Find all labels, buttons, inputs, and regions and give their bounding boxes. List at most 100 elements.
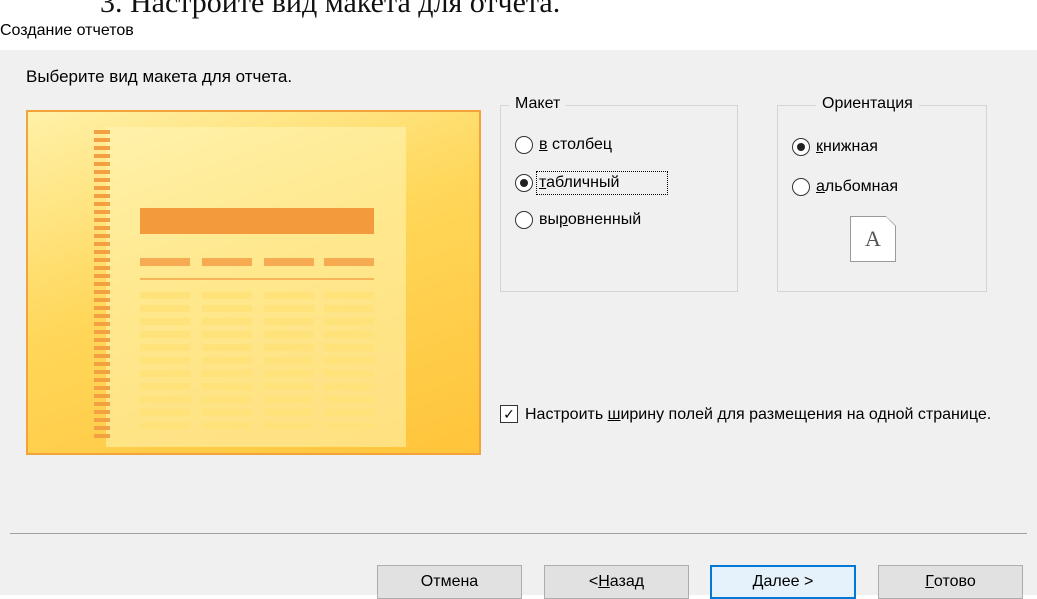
binding-mark xyxy=(94,386,110,390)
layout-preview-image xyxy=(26,110,481,455)
layout-justified-radio[interactable]: выровненный xyxy=(515,211,641,229)
binding-mark xyxy=(94,250,110,254)
table-cell xyxy=(202,396,252,403)
layout-columnar-radio[interactable]: в столбец xyxy=(515,136,612,154)
finish-button[interactable]: Готово xyxy=(878,565,1023,599)
binding-mark xyxy=(94,378,110,382)
table-cell xyxy=(202,383,252,390)
table-cell xyxy=(324,344,374,351)
binding-mark xyxy=(94,410,110,414)
table-cell xyxy=(140,344,190,351)
binding-mark xyxy=(94,354,110,358)
document-caption: 3. Настройте вид макета для отчета. xyxy=(100,0,561,19)
table-cell xyxy=(264,370,314,377)
table-cell xyxy=(324,331,374,338)
radio-label: альбомная xyxy=(816,178,899,195)
binding-mark xyxy=(94,290,110,294)
binding-mark xyxy=(94,234,110,238)
table-cell xyxy=(140,409,190,416)
header-cell xyxy=(324,258,374,266)
table-cell xyxy=(140,318,190,325)
table-cell xyxy=(202,344,252,351)
table-cell xyxy=(140,396,190,403)
table-cell xyxy=(140,292,190,299)
back-button[interactable]: < Назад xyxy=(544,565,689,599)
table-cell xyxy=(202,331,252,338)
radio-indicator xyxy=(515,211,533,229)
binding-mark xyxy=(94,138,110,142)
orientation-group-title: Ориентация xyxy=(816,95,919,113)
table-cell xyxy=(324,409,374,416)
cancel-button[interactable]: Отмена xyxy=(377,565,522,599)
table-cell xyxy=(140,370,190,377)
report-wizard-dialog: Выберите вид макета для отчета. Макет в … xyxy=(0,50,1037,599)
table-cell xyxy=(140,357,190,364)
preview-title-bar xyxy=(140,208,374,234)
binding-mark xyxy=(94,282,110,286)
layout-group-title: Макет xyxy=(509,95,567,113)
binding-mark xyxy=(94,330,110,334)
table-cell xyxy=(264,409,314,416)
binding-mark xyxy=(94,218,110,222)
radio-indicator xyxy=(515,136,533,154)
window-title: Создание отчетов xyxy=(0,22,134,39)
tabular-layout-preview xyxy=(94,127,406,447)
radio-label: в столбец xyxy=(539,136,613,153)
table-cell xyxy=(324,422,374,429)
table-cell xyxy=(264,344,314,351)
binding-mark xyxy=(94,202,110,206)
binding-mark xyxy=(94,362,110,366)
table-cell xyxy=(264,318,314,325)
table-cell xyxy=(324,370,374,377)
page-orientation-icon: A xyxy=(850,216,896,262)
radio-label: выровненный xyxy=(539,211,642,228)
table-cell xyxy=(264,357,314,364)
table-cell xyxy=(324,292,374,299)
binding-mark xyxy=(94,186,110,190)
binding-mark xyxy=(94,306,110,310)
footer-separator xyxy=(10,533,1027,534)
table-cell xyxy=(324,318,374,325)
orientation-portrait-radio[interactable]: книжная xyxy=(792,138,878,156)
layout-group: Макет в столбец табличный выровненный xyxy=(500,95,738,292)
table-cell xyxy=(202,292,252,299)
radio-indicator xyxy=(515,174,533,192)
radio-indicator xyxy=(792,138,810,156)
fit-width-label: Настроить ширину полей для размещения на… xyxy=(525,406,992,423)
binding-mark xyxy=(94,146,110,150)
binding-mark xyxy=(94,418,110,422)
binding-mark xyxy=(94,258,110,262)
checkmark-icon: ✓ xyxy=(500,405,518,423)
orientation-landscape-radio[interactable]: альбомная xyxy=(792,178,898,196)
table-cell xyxy=(202,318,252,325)
binding-mark xyxy=(94,402,110,406)
binding-mark xyxy=(94,266,110,270)
fit-width-checkbox[interactable]: ✓ Настроить ширину полей для размещения … xyxy=(500,405,1020,425)
binding-mark xyxy=(94,314,110,318)
table-cell xyxy=(202,357,252,364)
binding-mark xyxy=(94,170,110,174)
table-cell xyxy=(264,331,314,338)
orientation-group: Ориентация книжная альбомная A xyxy=(777,95,987,292)
binding-mark xyxy=(94,274,110,278)
table-cell xyxy=(202,409,252,416)
table-cell xyxy=(140,305,190,312)
radio-label: табличный xyxy=(535,171,669,195)
binding-mark xyxy=(94,210,110,214)
table-cell xyxy=(264,383,314,390)
table-cell xyxy=(140,383,190,390)
binding-mark xyxy=(94,338,110,342)
binding-mark xyxy=(94,426,110,430)
wizard-prompt: Выберите вид макета для отчета. xyxy=(26,67,293,86)
table-cell xyxy=(324,396,374,403)
header-cell xyxy=(202,258,252,266)
layout-tabular-radio[interactable]: табличный xyxy=(515,171,669,195)
radio-indicator xyxy=(792,178,810,196)
binding-mark xyxy=(94,242,110,246)
next-button[interactable]: Далее > xyxy=(710,565,856,599)
table-cell xyxy=(264,396,314,403)
binding-mark xyxy=(94,194,110,198)
header-cell xyxy=(140,258,190,266)
table-cell xyxy=(264,305,314,312)
binding-mark xyxy=(94,322,110,326)
